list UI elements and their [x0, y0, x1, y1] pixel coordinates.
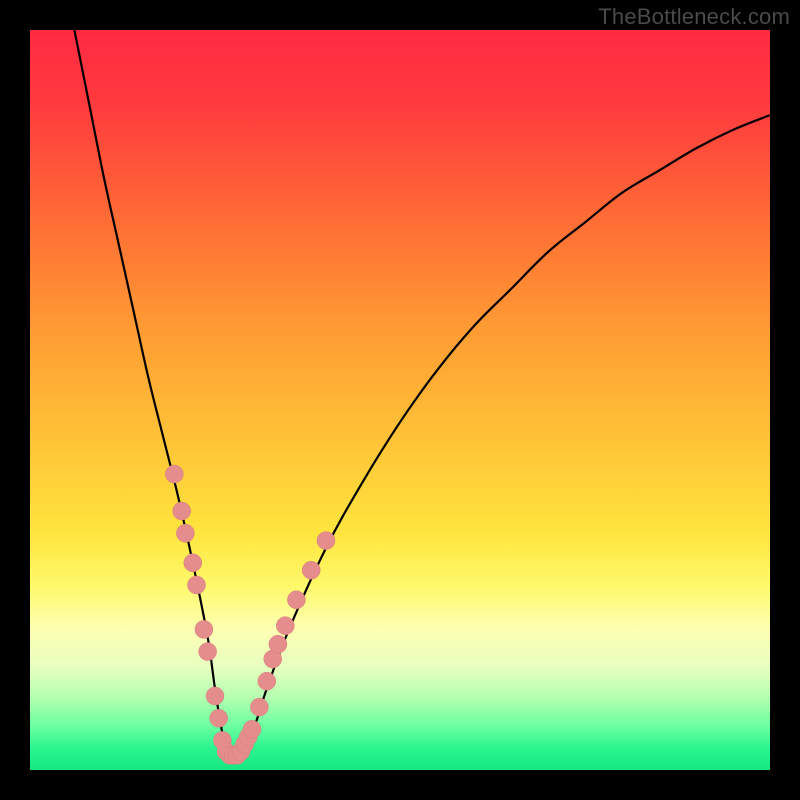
- data-markers: [165, 465, 335, 764]
- bottleneck-curve: [74, 30, 770, 758]
- data-marker: [173, 502, 191, 520]
- data-marker: [243, 720, 261, 738]
- data-marker: [276, 617, 294, 635]
- data-marker: [188, 576, 206, 594]
- data-marker: [206, 687, 224, 705]
- data-marker: [258, 672, 276, 690]
- data-marker: [250, 698, 268, 716]
- data-marker: [210, 709, 228, 727]
- chart-frame: TheBottleneck.com: [0, 0, 800, 800]
- data-marker: [199, 643, 217, 661]
- data-marker: [302, 561, 320, 579]
- data-marker: [195, 620, 213, 638]
- watermark-text: TheBottleneck.com: [598, 4, 790, 30]
- data-marker: [269, 635, 287, 653]
- data-marker: [184, 554, 202, 572]
- data-marker: [165, 465, 183, 483]
- data-marker: [317, 532, 335, 550]
- data-marker: [287, 591, 305, 609]
- chart-svg: [30, 30, 770, 770]
- plot-area: [30, 30, 770, 770]
- data-marker: [176, 524, 194, 542]
